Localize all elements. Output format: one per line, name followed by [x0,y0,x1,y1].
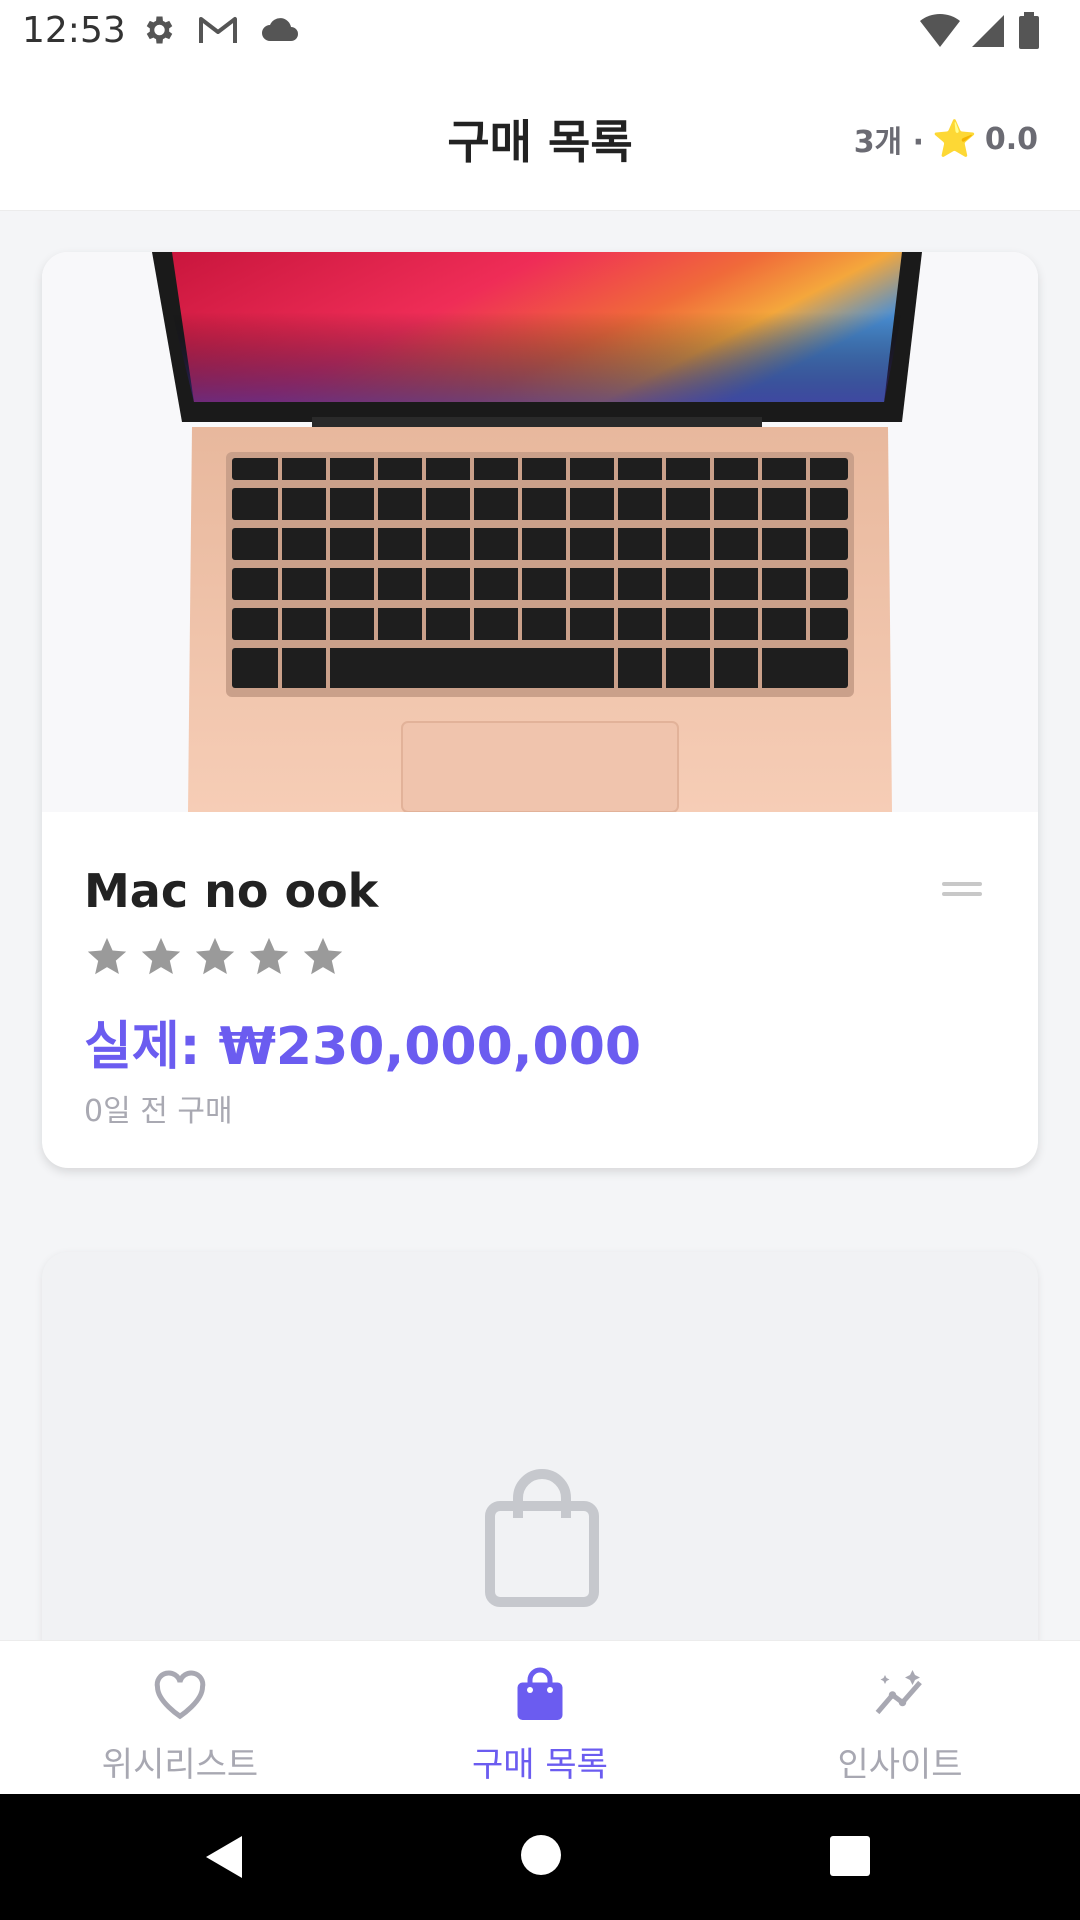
battery-icon [1019,12,1039,49]
nav-item-insights[interactable]: 인사이트 [720,1641,1080,1795]
purchase-card-placeholder[interactable] [42,1252,1038,1672]
laptop-image [42,252,1038,812]
app-header: 구매 목록 3개 · ⭐ 0.0 [0,62,1080,211]
sparkle-chart-icon [875,1670,922,1715]
star-icon[interactable] [138,934,184,980]
home-icon[interactable] [520,1834,562,1876]
status-icons-left [140,12,300,48]
purchase-count: 3개 · [853,125,925,160]
nav-item-purchases[interactable]: 구매 목록 [360,1641,720,1795]
star-icon[interactable] [84,934,130,980]
status-time: 12:53 [22,10,126,51]
purchase-card[interactable]: Mac no ook 실제: ₩230,000,000 0일 전 구매 [42,252,1038,1168]
cloud-icon [262,18,298,41]
nav-item-wishlist[interactable]: 위시리스트 [0,1641,360,1795]
actual-price: 실제: ₩230,000,000 [84,1017,642,1077]
shopping-bag-icon [517,1667,563,1720]
back-icon[interactable] [200,1832,248,1882]
gmail-icon [199,17,237,43]
wifi-icon [920,13,960,48]
heart-icon [154,1670,206,1720]
average-rating: 0.0 [984,121,1038,157]
status-bar: 12:53 [0,0,1080,62]
rating-stars[interactable] [84,934,346,980]
system-nav-bar [0,1794,1080,1920]
star-icon[interactable] [192,934,238,980]
star-icon[interactable] [300,934,346,980]
purchase-date: 0일 전 구매 [84,1094,233,1129]
header-summary: 3개 · ⭐ 0.0 [854,117,1038,161]
gear-icon [146,16,173,44]
nav-label-purchases: 구매 목록 [472,1745,608,1785]
nav-label-wishlist: 위시리스트 [101,1745,259,1785]
bottom-nav: 위시리스트 구매 목록 인사이트 [0,1640,1080,1795]
drag-handle-icon[interactable] [942,882,982,898]
star-icon[interactable] [246,934,292,980]
star-icon: ⭐ [932,119,977,160]
shopping-bag-icon [485,1469,599,1607]
recents-icon[interactable] [830,1836,870,1876]
product-name: Mac no ook [84,864,379,918]
status-icons-right [920,12,1040,50]
nav-label-insights: 인사이트 [837,1745,963,1785]
cell-signal-icon [972,15,1004,47]
